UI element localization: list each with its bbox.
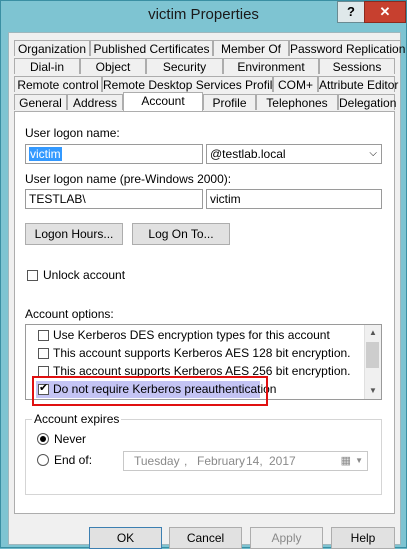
date-weekday: Tuesday — [134, 454, 180, 468]
tab-published-certificates[interactable]: Published Certificates — [90, 40, 213, 56]
date-separator: , — [184, 454, 188, 468]
domain-select[interactable]: @testlab.local ⌵ — [206, 144, 382, 164]
unlock-account-checkbox[interactable] — [27, 270, 38, 281]
tab-address[interactable]: Address — [67, 94, 123, 110]
option-checkbox[interactable] — [38, 330, 49, 341]
tab-remote-control[interactable]: Remote control — [14, 76, 102, 92]
tab-telephones[interactable]: Telephones — [256, 94, 338, 110]
tab-password-replication[interactable]: Password Replication — [289, 40, 405, 56]
account-options-label: Account options: — [25, 307, 114, 321]
tab-member-of[interactable]: Member Of — [213, 40, 289, 56]
tab-profile[interactable]: Profile — [203, 94, 256, 110]
tab-dial-in[interactable]: Dial-in — [14, 58, 80, 74]
tab-row-4: General Address Account Profile Telephon… — [14, 92, 396, 111]
scroll-thumb[interactable] — [366, 342, 379, 368]
tab-security[interactable]: Security — [146, 58, 223, 74]
date-month: February — [197, 454, 246, 468]
account-expires-label: Account expires — [32, 412, 122, 426]
properties-window: victim Properties ? ✕ Organization Publi… — [0, 0, 407, 549]
tab-environment[interactable]: Environment — [223, 58, 319, 74]
tab-row-1: Organization Published Certificates Memb… — [14, 40, 405, 57]
title-bar[interactable]: victim Properties ? ✕ — [1, 1, 406, 31]
tab-attribute-editor[interactable]: Attribute Editor — [318, 76, 398, 92]
pre2000-label: User logon name (pre-Windows 2000): — [25, 172, 232, 186]
highlight-box — [32, 376, 268, 406]
never-label: Never — [54, 432, 87, 446]
apply-button[interactable]: Apply — [250, 527, 323, 549]
scroll-up-icon[interactable]: ▲ — [365, 325, 381, 341]
logon-name-input[interactable]: victim — [25, 144, 203, 164]
help-title-button[interactable]: ? — [337, 1, 365, 23]
scroll-down-icon[interactable]: ▼ — [365, 383, 381, 399]
pre2000-name-input[interactable]: victim — [206, 189, 382, 209]
close-button[interactable]: ✕ — [364, 1, 406, 23]
list-item[interactable]: This account supports Kerberos AES 128 b… — [26, 345, 366, 362]
account-expires-group: Account expires Never End of: Tuesday , … — [25, 412, 382, 495]
tab-delegation[interactable]: Delegation — [338, 94, 396, 110]
unlock-account-label: Unlock account — [43, 268, 126, 282]
end-of-label: End of: — [54, 453, 93, 467]
tab-remote-desktop-services-profile[interactable]: Remote Desktop Services Profile — [102, 76, 279, 92]
logon-name-label: User logon name: — [25, 126, 120, 140]
domain-value: @testlab.local — [210, 147, 286, 161]
date-day: 14, — [246, 454, 263, 468]
option-checkbox[interactable] — [38, 348, 49, 359]
logon-name-value: victim — [29, 147, 62, 161]
help-button[interactable]: Help — [331, 527, 395, 549]
pre2000-domain-field: TESTLAB\ — [25, 189, 203, 209]
logon-hours-button[interactable]: Logon Hours... — [25, 223, 123, 245]
tab-row-3: Remote control Remote Desktop Services P… — [14, 76, 398, 93]
tab-sessions[interactable]: Sessions — [319, 58, 395, 74]
tab-account[interactable]: Account — [123, 92, 203, 111]
end-of-radio[interactable] — [37, 454, 49, 466]
tab-row-2: Dial-in Object Security Environment Sess… — [14, 58, 395, 75]
log-on-to-button[interactable]: Log On To... — [132, 223, 230, 245]
calendar-icon: ▦ — [340, 455, 351, 467]
option-label: This account supports Kerberos AES 128 b… — [53, 346, 351, 360]
cancel-button[interactable]: Cancel — [169, 527, 242, 549]
tab-organization[interactable]: Organization — [14, 40, 90, 56]
expiry-date-picker: Tuesday , February 14, 2017 ▦ ▼ — [123, 451, 368, 471]
chevron-down-icon: ⌵ — [369, 148, 377, 159]
ok-button[interactable]: OK — [89, 527, 162, 549]
date-year: 2017 — [269, 454, 296, 468]
tab-general[interactable]: General — [14, 94, 67, 110]
tab-object[interactable]: Object — [80, 58, 146, 74]
never-radio[interactable] — [37, 433, 49, 445]
list-item[interactable]: Use Kerberos DES encryption types for th… — [26, 327, 366, 344]
options-scrollbar[interactable]: ▲ ▼ — [364, 325, 381, 399]
dialog-client-area: Organization Published Certificates Memb… — [8, 32, 405, 549]
option-label: Use Kerberos DES encryption types for th… — [53, 328, 330, 342]
tab-com-plus[interactable]: COM+ — [273, 76, 318, 92]
chevron-down-icon: ▼ — [355, 456, 363, 465]
